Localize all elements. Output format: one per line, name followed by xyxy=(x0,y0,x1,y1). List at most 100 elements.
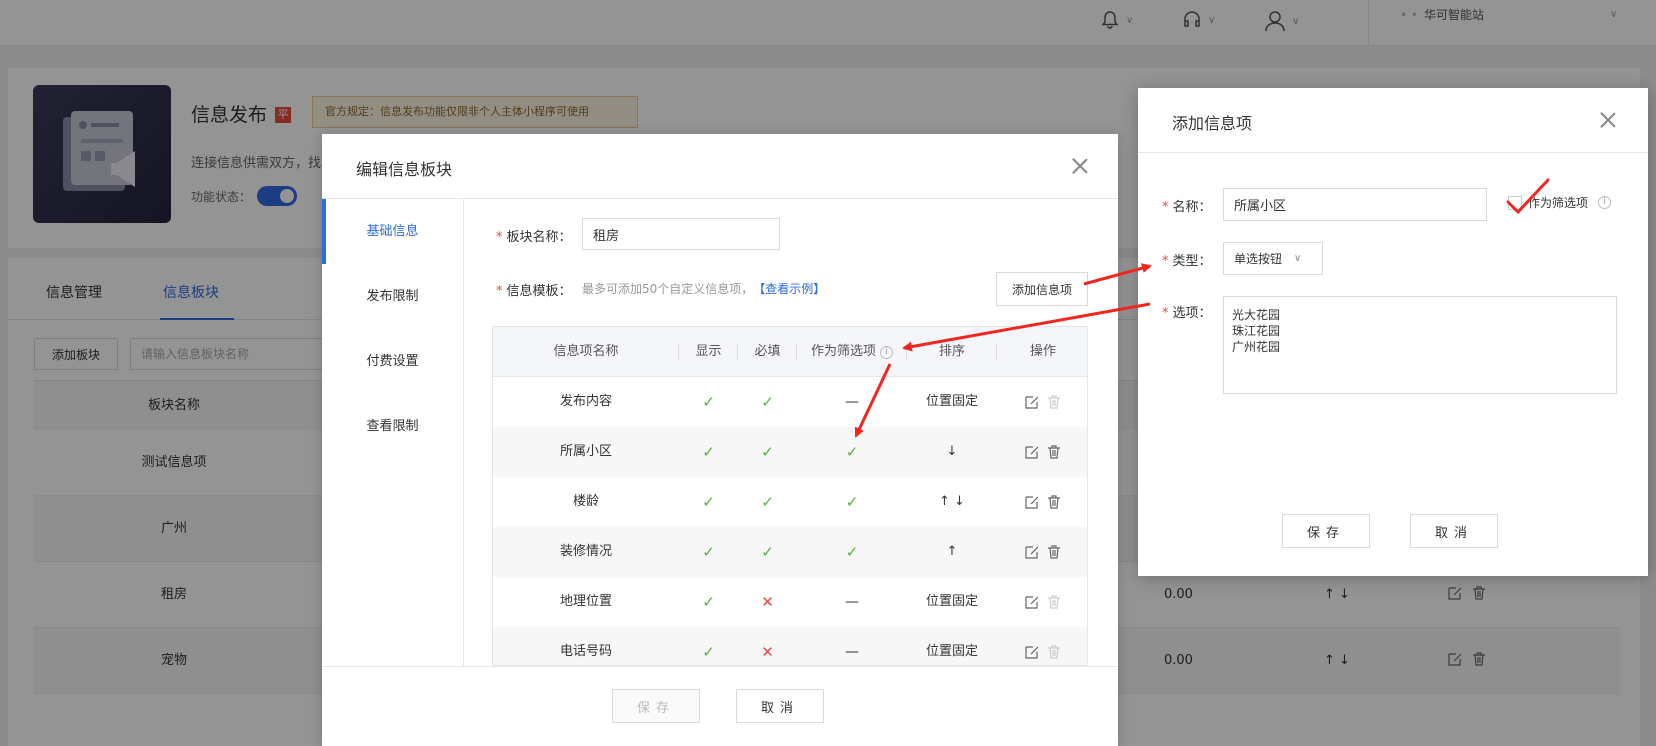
item-name: 发布内容 xyxy=(559,394,612,409)
item-type-value: 单选按钮 xyxy=(1234,252,1283,266)
view-example-link[interactable]: 【查看示例】 xyxy=(759,282,825,296)
table-row: 楼龄 ✓ ✓ ✓ ↑ ↓ xyxy=(493,477,1087,527)
close-icon[interactable] xyxy=(1600,112,1616,128)
check-icon: ✓ xyxy=(702,593,715,611)
template-label: * 信息模板： xyxy=(496,284,572,299)
table-row: 地理位置 ✓ ✕ — 位置固定 xyxy=(493,577,1087,627)
filter-checkbox-label: 作为筛选项 xyxy=(1528,196,1589,210)
close-icon[interactable] xyxy=(1072,158,1088,174)
trash-icon[interactable] xyxy=(1047,445,1061,459)
item-name: 楼龄 xyxy=(572,494,599,509)
trash-icon[interactable] xyxy=(1047,545,1061,559)
row-actions xyxy=(997,527,1087,577)
cross-icon: ✕ xyxy=(761,593,774,611)
column-required: 必填 xyxy=(738,327,797,377)
cancel-button[interactable]: 取消 xyxy=(736,689,824,723)
row-actions xyxy=(997,627,1087,665)
edit-icon[interactable] xyxy=(1025,645,1039,659)
edit-icon[interactable] xyxy=(1025,595,1039,609)
column-item-name: 信息项名称 xyxy=(493,327,679,377)
block-name-input[interactable] xyxy=(582,218,780,250)
row-actions xyxy=(997,377,1087,427)
check-icon: ✓ xyxy=(702,443,715,461)
check-icon: ✓ xyxy=(761,543,774,561)
check-icon: ✓ xyxy=(702,493,715,511)
save-button[interactable]: 保存 xyxy=(1282,514,1370,548)
item-name: 所属小区 xyxy=(559,444,612,459)
side-tab-publish-limit[interactable]: 发布限制 xyxy=(322,264,463,329)
dialog-title: 编辑信息板块 xyxy=(356,160,453,179)
edit-icon[interactable] xyxy=(1025,445,1039,459)
item-name-label: * 名称： xyxy=(1162,200,1212,215)
check-icon: ✓ xyxy=(845,493,859,511)
filter-checkbox-wrap: 作为筛选项 i xyxy=(1508,194,1612,211)
sort-arrows[interactable]: ↑ xyxy=(907,527,997,577)
item-type-select[interactable]: 单选按钮 ∨ xyxy=(1223,242,1323,275)
check-icon: ✓ xyxy=(845,543,859,561)
sort-arrows[interactable]: ↓ xyxy=(907,427,997,477)
dash-icon: — xyxy=(845,644,859,660)
add-info-item-dialog: 添加信息项 *名称： 作为筛选项 i *类型： 单选按钮 ∨ *选项： 光大花园… xyxy=(1138,88,1648,576)
required-mark: * xyxy=(1162,306,1169,321)
sort-fixed: 位置固定 xyxy=(925,394,978,409)
sort-arrows[interactable]: ↑ ↓ xyxy=(907,477,997,527)
required-mark: * xyxy=(1162,200,1169,215)
item-type-label: * 类型： xyxy=(1162,254,1212,269)
item-options-textarea[interactable]: 光大花园 珠江花园 广州花园 xyxy=(1223,296,1617,394)
trash-icon[interactable] xyxy=(1047,495,1061,509)
side-tab-view-limit[interactable]: 查看限制 xyxy=(322,394,463,459)
column-filter: 作为筛选项 i xyxy=(797,327,907,377)
row-actions xyxy=(997,477,1087,527)
check-icon: ✓ xyxy=(761,443,774,461)
column-show: 显示 xyxy=(679,327,738,377)
check-icon: ✓ xyxy=(702,643,715,661)
row-actions xyxy=(997,577,1087,627)
required-mark: * xyxy=(1162,254,1169,269)
edit-icon[interactable] xyxy=(1025,495,1039,509)
column-actions: 操作 xyxy=(1029,343,1056,359)
item-name: 装修情况 xyxy=(559,544,612,559)
sort-fixed: 位置固定 xyxy=(925,594,978,609)
check-icon: ✓ xyxy=(702,543,715,561)
table-row: 电话号码 ✓ ✕ — 位置固定 xyxy=(493,627,1087,665)
edit-icon[interactable] xyxy=(1025,545,1039,559)
dash-icon: — xyxy=(845,594,859,610)
side-tab-basic-info[interactable]: 基础信息 xyxy=(322,199,463,264)
info-icon[interactable]: i xyxy=(880,345,893,359)
page: ∨ ∨ ∨ • • 华可智能站 ∨ 信息发布 平 官方规定：信息发布功能仅限非个… xyxy=(0,0,1656,746)
check-icon: ✓ xyxy=(761,393,774,411)
cross-icon: ✕ xyxy=(761,643,774,661)
table-row: 所属小区 ✓ ✓ ✓ ↓ xyxy=(493,427,1087,477)
item-name: 地理位置 xyxy=(559,594,612,609)
check-icon: ✓ xyxy=(845,443,859,461)
edit-icon[interactable] xyxy=(1025,395,1039,409)
item-name-input[interactable] xyxy=(1223,188,1487,221)
dialog-footer: 保存 取消 xyxy=(322,666,1118,746)
table-header-row: 信息项名称 显示 必填 作为筛选项 i 排序 操作 xyxy=(493,327,1087,377)
item-name: 电话号码 xyxy=(559,644,612,659)
divider xyxy=(1138,152,1648,153)
table-row: 发布内容 ✓ ✓ — 位置固定 xyxy=(493,377,1087,427)
trash-icon xyxy=(1048,395,1060,409)
required-mark: * xyxy=(496,284,503,299)
block-name-label: * 板块名称： xyxy=(496,230,572,245)
check-icon: ✓ xyxy=(761,493,774,511)
template-hint: 最多可添加50个自定义信息项， 【查看示例】 xyxy=(582,282,826,296)
sort-fixed: 位置固定 xyxy=(925,644,978,659)
info-icon[interactable]: i xyxy=(1598,196,1612,209)
dialog-side-nav: 基础信息 发布限制 付费设置 查看限制 xyxy=(322,199,464,667)
required-mark: * xyxy=(496,230,503,245)
item-options-label: * 选项： xyxy=(1162,306,1212,321)
info-items-table: 信息项名称 显示 必填 作为筛选项 i 排序 操作 发布内容 ✓ ✓ — 位置固定… xyxy=(492,326,1088,666)
dialog-title: 添加信息项 xyxy=(1172,114,1253,133)
edit-block-dialog: 编辑信息板块 基础信息 发布限制 付费设置 查看限制 *板块名称： *信息模板：… xyxy=(322,134,1118,746)
table-row: 装修情况 ✓ ✓ ✓ ↑ xyxy=(493,527,1087,577)
filter-checkbox[interactable] xyxy=(1508,195,1522,210)
row-actions xyxy=(997,427,1087,477)
trash-icon xyxy=(1048,645,1060,659)
save-button[interactable]: 保存 xyxy=(612,689,700,723)
add-info-item-button[interactable]: 添加信息项 xyxy=(996,272,1088,306)
chevron-down-icon: ∨ xyxy=(1294,253,1302,264)
side-tab-payment-settings[interactable]: 付费设置 xyxy=(322,329,463,394)
cancel-button[interactable]: 取消 xyxy=(1410,514,1498,548)
